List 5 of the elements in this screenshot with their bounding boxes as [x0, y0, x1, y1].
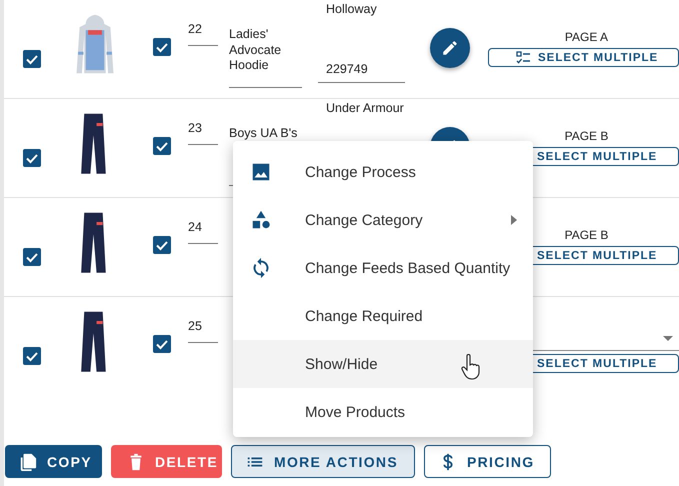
brand-label: Holloway [325, 1, 378, 16]
page-label: PAGE B [564, 228, 610, 244]
page-label: PAGE A [564, 30, 610, 46]
page-label: PAGE B [564, 129, 610, 145]
brand-label: Under Armour [325, 100, 405, 115]
